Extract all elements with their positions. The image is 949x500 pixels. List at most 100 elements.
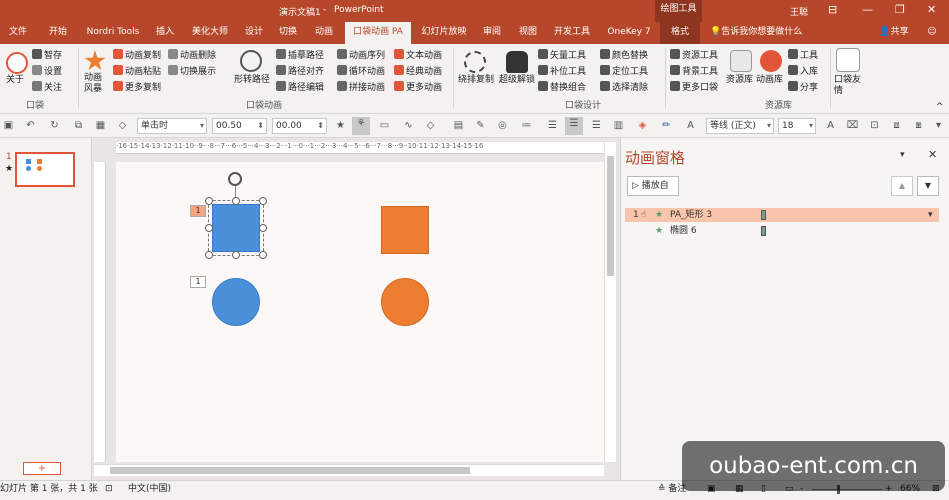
anim-painter-icon[interactable]: ⚘ [352,117,370,135]
ribbon-item-more-anim[interactable]: 更多动画 [394,81,442,94]
resize-handle[interactable] [259,224,267,232]
user-name[interactable]: 王聪 [790,5,808,18]
resize-handle[interactable] [232,197,240,205]
fill-color-icon[interactable]: ◈ [636,119,649,132]
tab-onekey[interactable]: OneKey 7 [600,22,658,44]
ribbon-item-anim-delete[interactable]: 动画删除 [168,49,216,62]
scroll-thumb[interactable] [607,156,614,276]
duration-input[interactable]: 00.50 ⬍ [212,118,267,134]
resource-library-icon[interactable] [730,50,752,72]
tab-review[interactable]: 审阅 [476,22,508,44]
highlight-icon[interactable]: ⌧ [846,119,859,132]
scroll-thumb[interactable] [110,467,470,474]
tab-nordri-tools[interactable]: Nordri Tools [80,22,146,44]
shape-icon[interactable]: ▭ [378,119,391,132]
anim-list-item[interactable]: ★ 椭圆 6 [625,224,939,238]
spellcheck-icon[interactable]: ⊡ [105,484,113,495]
undo-icon[interactable]: ↶ [24,119,37,132]
arrange-icon[interactable]: ▤ [452,119,465,132]
ribbon-item-text-anim[interactable]: 文本动画 [394,49,442,62]
tab-insert[interactable]: 插入 [150,22,180,44]
resize-handle[interactable] [259,197,267,205]
delay-input[interactable]: 00.00 ⬍ [272,118,327,134]
anim-icon[interactable]: ◇ [116,119,129,132]
resize-handle[interactable] [205,251,213,259]
about-icon[interactable] [6,52,28,74]
move-down-icon[interactable]: ▼ [917,176,939,196]
tab-design[interactable]: 设计 [238,22,270,44]
anim-order-tag[interactable]: 1 [190,276,206,288]
pane-options-icon[interactable]: ▾ [900,150,905,160]
more-icon[interactable]: ▾ [932,119,945,132]
play-from-button[interactable]: ▷ 播放自 [627,176,679,196]
effect-icon[interactable]: ◎ [496,119,509,132]
save-icon[interactable]: ▣ [2,119,15,132]
ribbon-item-classic-anim[interactable]: 经典动画 [394,65,442,78]
crop-icon[interactable]: ⊡ [868,119,881,132]
animation-library-icon[interactable] [760,50,782,72]
move-up-icon[interactable]: ▲ [891,176,913,196]
ribbon-item-trace-path[interactable]: 插摹路径 [276,49,324,62]
ribbon-item-path-edit[interactable]: 路径编辑 [276,81,324,94]
format-icon[interactable]: ▦ [94,119,107,132]
ribbon-item-more-pocket[interactable]: 更多口袋 [670,81,718,94]
tab-pocket-animation[interactable]: 口袋动画 PA [345,22,411,44]
text-color-icon[interactable]: A [824,119,837,132]
copy-icon[interactable]: ⧉ [72,119,85,132]
eraser-icon[interactable]: ✎ [474,119,487,132]
ribbon-item-tools[interactable]: 工具 [788,49,818,62]
tab-slideshow[interactable]: 幻灯片放映 [416,22,472,44]
animation-library-button[interactable]: 动画库 [756,75,783,86]
align-left-icon[interactable]: ☰ [546,119,559,132]
font-color-icon[interactable]: A [684,119,697,132]
ribbon-item-switch-show[interactable]: 切换展示 [168,65,216,78]
font-size-select[interactable]: 18 ▾ [778,118,816,134]
lock-icon[interactable] [506,51,528,73]
ribbon-item-path-align[interactable]: 路径对齐 [276,65,324,78]
tab-format[interactable]: 格式 [660,22,700,44]
smiley-icon[interactable]: ☺ [922,22,942,44]
columns-icon[interactable]: ▥ [612,119,625,132]
anim-list-item[interactable]: 1 ☝ ★ PA_矩形 3 ▾ [625,208,939,222]
resize-handle[interactable] [205,197,213,205]
tab-home[interactable]: 开始 [40,22,76,44]
share-button[interactable]: 👤共享 [872,22,916,44]
line-color-icon[interactable]: ✏ [660,119,673,132]
trigger-select[interactable]: 单击时 ▾ [137,118,207,134]
ribbon-display-icon[interactable]: ⊟ [828,3,837,16]
ribbon-item-share[interactable]: 分享 [788,81,818,94]
close-pane-icon[interactable]: ✕ [928,148,937,161]
ribbon-item-color-replace[interactable]: 颜色替换 [600,49,648,62]
chevron-down-icon[interactable]: ▾ [928,208,933,222]
ribbon-item-splice-anim[interactable]: 拼接动画 [337,81,385,94]
ribbon-item-background-tool[interactable]: 背景工具 [670,65,718,78]
tell-me-box[interactable]: 💡告诉我你想要做什么 [710,22,820,44]
orange-square-shape[interactable] [381,206,429,254]
ribbon-item-fill-tool[interactable]: 补位工具 [538,65,586,78]
pocket-friend-button[interactable]: 口袋友情 [834,75,862,97]
resize-handle[interactable] [259,251,267,259]
ribbon-item-import[interactable]: 入库 [788,65,818,78]
language-status[interactable]: 中文(中国) [128,484,171,495]
tab-view[interactable]: 视图 [512,22,544,44]
font-select[interactable]: 等线 (正文) ▾ [706,118,774,134]
wrap-copy-button[interactable]: 绕排复制 [458,75,494,86]
collapse-ribbon-icon[interactable]: ^ [936,102,944,113]
ribbon-item-anim-copy[interactable]: 动画复制 [113,49,161,62]
horizontal-scrollbar[interactable] [94,464,604,476]
ribbon-item-follow[interactable]: 关注 [32,81,62,94]
layer-icon[interactable]: ⧆ [912,119,925,132]
wrap-copy-icon[interactable] [464,51,486,73]
ribbon-item-resource-tool[interactable]: 资源工具 [670,49,718,62]
align-justify-icon[interactable]: ☰ [590,119,603,132]
star-anim-icon[interactable]: ★ [334,119,347,132]
minimize-icon[interactable]: — [862,3,873,16]
restore-icon[interactable]: ❐ [895,3,905,16]
ribbon-item-loop-anim[interactable]: 循环动画 [337,65,385,78]
tab-developer[interactable]: 开发工具 [548,22,596,44]
timing-bar[interactable] [761,210,766,220]
rotate-handle-icon[interactable] [228,172,242,186]
about-button[interactable]: 关于 [6,75,24,86]
group-icon[interactable]: ⧈ [890,119,903,132]
shape-to-path-button[interactable]: 形转路径 [234,75,270,86]
